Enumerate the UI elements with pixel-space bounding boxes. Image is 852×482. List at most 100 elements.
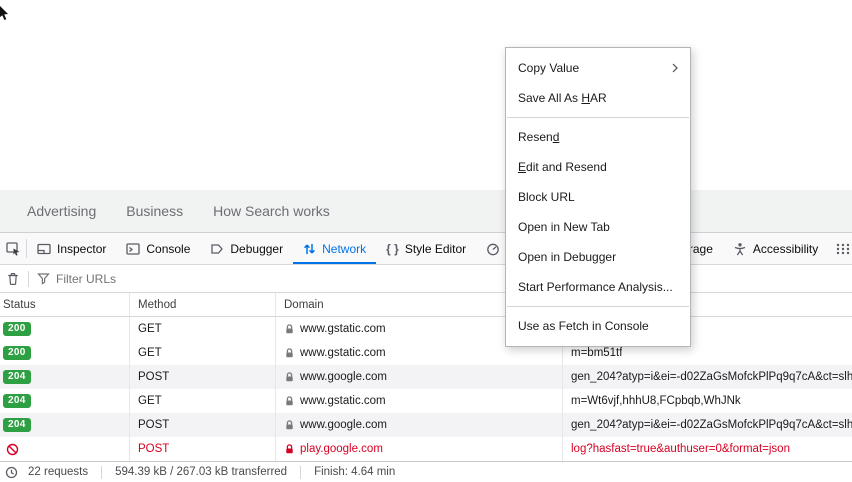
menu-item-edit-and-resend[interactable]: Edit and Resend (506, 152, 690, 182)
tab-label: Accessibility (752, 241, 819, 256)
status-badge: 204 (3, 394, 31, 408)
column-header-status[interactable]: Status (0, 293, 130, 316)
menu-item-start-performance-analysis[interactable]: Start Performance Analysis... (506, 272, 690, 302)
tab-label: Style Editor (404, 241, 467, 256)
file-cell: gen_204?atyp=i&ei=-d02ZaGsMofckPlPq9q7cA… (571, 371, 852, 383)
tab-style-editor[interactable]: { } Style Editor (376, 233, 476, 264)
firefox-devtools-screen: Advertising Business How Search works In… (0, 0, 852, 482)
filter-urls-input[interactable] (56, 271, 176, 286)
domain-cell: play.google.com (300, 443, 383, 455)
footer-link-advertising[interactable]: Advertising (27, 203, 96, 219)
request-row[interactable]: 200 GET www.gstatic.com (0, 317, 852, 341)
console-icon (126, 242, 141, 256)
tab-accessibility[interactable]: Accessibility (723, 233, 828, 264)
domain-cell: www.gstatic.com (300, 395, 386, 407)
style-editor-icon: { } (386, 241, 399, 256)
request-row-blocked[interactable]: POST play.google.com log?hasfast=true&au… (0, 437, 852, 461)
menu-item-open-in-new-tab[interactable]: Open in New Tab (506, 212, 690, 242)
google-footer: Advertising Business How Search works (0, 190, 852, 232)
cursor-icon (0, 5, 14, 22)
menu-item-open-in-debugger[interactable]: Open in Debugger (506, 242, 690, 272)
pick-element-button[interactable] (0, 233, 26, 264)
network-filter-bar (0, 265, 852, 293)
method-cell: POST (130, 365, 276, 389)
menu-item-label: Block URL (518, 190, 575, 204)
page-background (0, 0, 852, 190)
method-cell: GET (130, 341, 276, 365)
domain-cell: www.gstatic.com (300, 323, 386, 335)
menu-item-label: Resend (518, 130, 560, 144)
filterbar-separator (28, 270, 29, 287)
request-row[interactable]: 200 GET www.gstatic.com m=bm51tf (0, 341, 852, 365)
menu-item-copy-value[interactable]: Copy Value (506, 53, 690, 83)
requests-count: 22 requests (28, 466, 89, 478)
column-header-method[interactable]: Method (130, 293, 276, 316)
tab-network[interactable]: Network (293, 233, 376, 264)
menu-item-label: Edit and Resend (518, 160, 607, 174)
network-status-bar: 22 requests 594.39 kB / 267.03 kB transf… (0, 461, 852, 482)
menu-separator (507, 306, 689, 307)
statusbar-separator (300, 465, 302, 479)
menu-item-label: Start Performance Analysis... (518, 280, 673, 294)
tab-label: Inspector (57, 241, 107, 256)
devtools-toolbar: Inspector Console Debugger Network { } S… (0, 233, 852, 265)
file-cell: gen_204?atyp=i&ei=-d02ZaGsMofckPlPq9q7cA… (571, 419, 852, 431)
debugger-icon (210, 242, 224, 256)
lock-icon (284, 443, 295, 455)
menu-item-label: Open in New Tab (518, 220, 610, 234)
method-cell: POST (130, 437, 276, 461)
timing-clock-icon[interactable] (5, 466, 18, 479)
menu-item-use-as-fetch-in-console[interactable]: Use as Fetch in Console (506, 311, 690, 341)
tab-debugger[interactable]: Debugger (200, 233, 293, 264)
lock-icon (284, 347, 295, 359)
grid-dots-icon[interactable] (834, 242, 852, 256)
file-cell: log?hasfast=true&authuser=0&format=json (571, 443, 790, 455)
tab-label: Network (322, 241, 367, 256)
menu-item-save-all-as-har[interactable]: Save All As HAR (506, 83, 690, 113)
blocked-icon (6, 443, 19, 456)
performance-icon (486, 242, 500, 256)
file-cell: m=Wt6vjf,hhhU8,FCpbqb,WhJNk (571, 395, 741, 407)
tab-console[interactable]: Console (116, 233, 200, 264)
submenu-arrow-icon (672, 63, 678, 73)
inspector-icon (37, 242, 51, 256)
funnel-icon (37, 272, 50, 285)
statusbar-separator (101, 465, 103, 479)
domain-cell: www.google.com (300, 371, 387, 383)
accessibility-icon (733, 242, 747, 256)
tab-inspector[interactable]: Inspector (27, 233, 116, 264)
lock-icon (284, 323, 295, 335)
tab-label: Console (146, 241, 191, 256)
menu-item-label: Use as Fetch in Console (518, 319, 649, 333)
status-badge: 200 (3, 346, 31, 360)
footer-link-how-search-works[interactable]: How Search works (213, 203, 330, 219)
filter-urls-field[interactable] (37, 271, 176, 286)
menu-separator (507, 117, 689, 118)
method-cell: GET (130, 389, 276, 413)
tab-label: Debugger (230, 241, 284, 256)
status-badge: 204 (3, 370, 31, 384)
method-cell: GET (130, 317, 276, 341)
request-row[interactable]: 204 POST www.google.com gen_204?atyp=i&e… (0, 413, 852, 437)
menu-item-label: Save All As HAR (518, 91, 607, 105)
request-row[interactable]: 204 GET www.gstatic.com m=Wt6vjf,hhhU8,F… (0, 389, 852, 413)
status-badge: 200 (3, 322, 31, 336)
footer-link-business[interactable]: Business (126, 203, 183, 219)
devtools-panel: Inspector Console Debugger Network { } S… (0, 232, 852, 482)
lock-icon (284, 419, 295, 431)
network-icon (303, 242, 316, 256)
domain-cell: www.gstatic.com (300, 347, 386, 359)
menu-item-label: Open in Debugger (518, 250, 617, 264)
menu-item-resend[interactable]: Resend (506, 122, 690, 152)
menu-item-label: Copy Value (518, 61, 580, 75)
clear-requests-button[interactable] (6, 271, 20, 286)
pick-element-icon (5, 242, 19, 256)
finish-time: Finish: 4.64 min (314, 466, 396, 478)
domain-cell: www.google.com (300, 419, 387, 431)
status-badge: 204 (3, 418, 31, 432)
network-context-menu: Copy Value Save All As HAR Resend Edit a… (505, 47, 691, 347)
request-row[interactable]: 204 POST www.google.com gen_204?atyp=i&e… (0, 365, 852, 389)
menu-item-block-url[interactable]: Block URL (506, 182, 690, 212)
request-table-header: Status Method Domain (0, 293, 852, 317)
lock-icon (284, 395, 295, 407)
